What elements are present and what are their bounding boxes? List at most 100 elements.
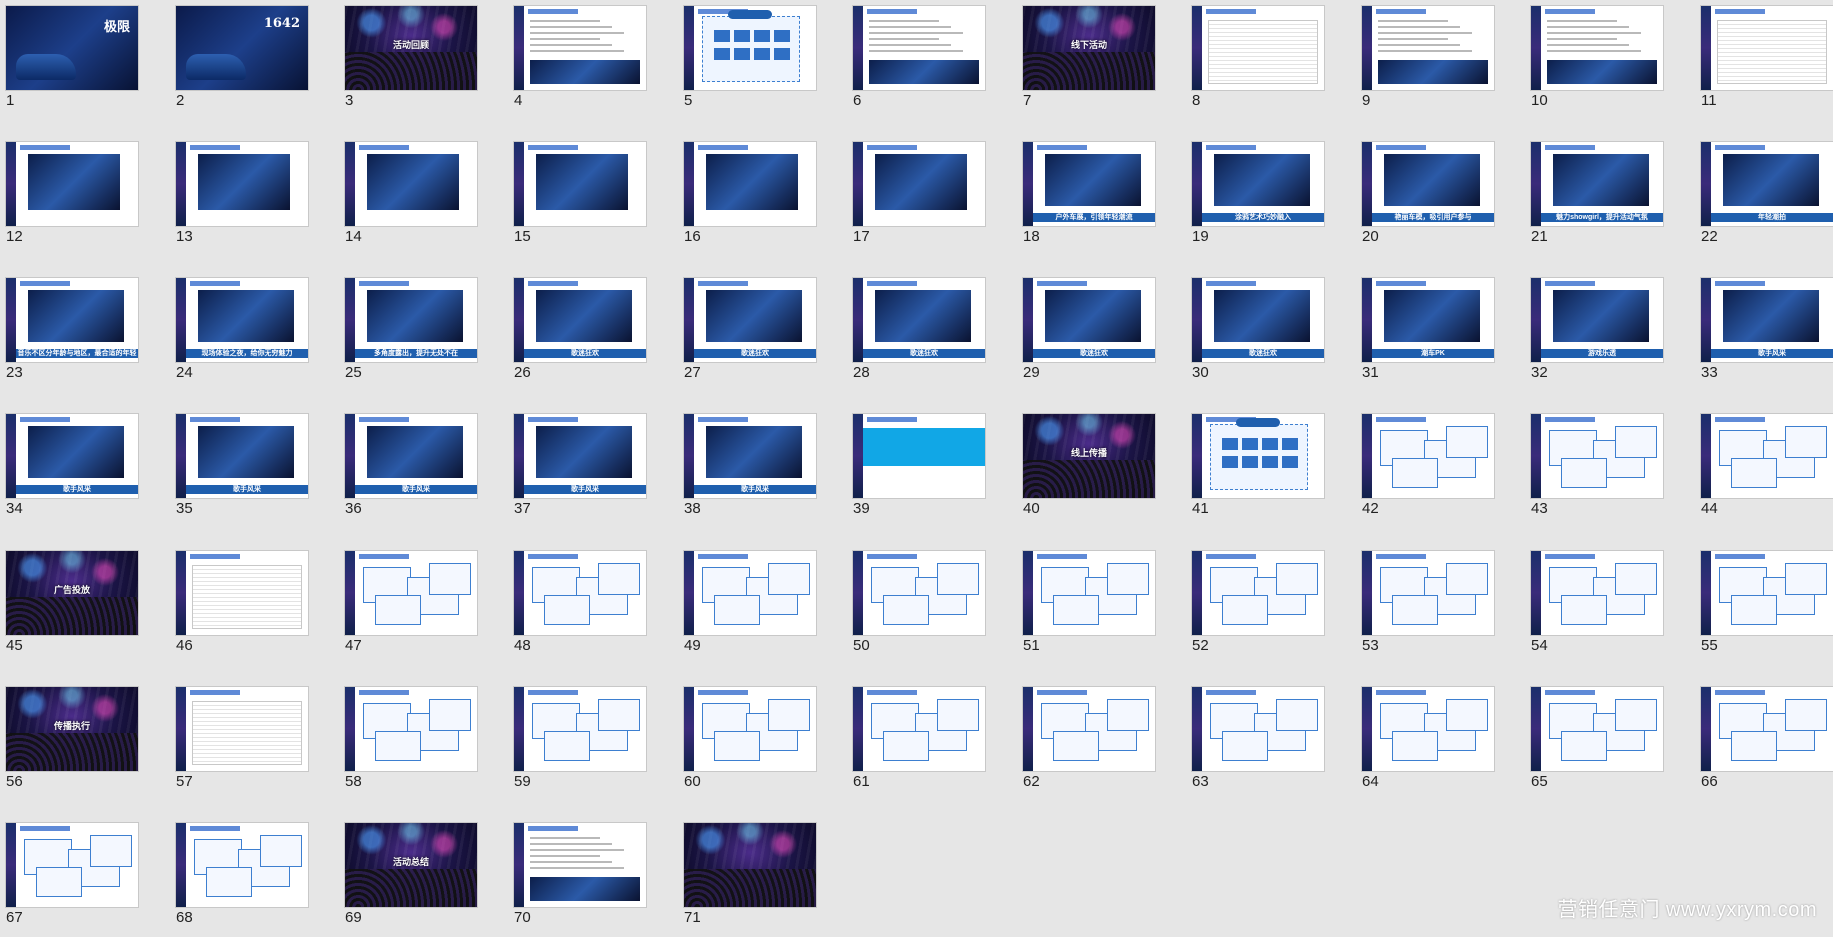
slide-preview[interactable]: 活动回顾	[345, 6, 477, 90]
slide-thumbnail[interactable]: 6	[847, 0, 985, 120]
slide-thumbnail[interactable]: 歌迷狂欢 27	[678, 272, 816, 392]
slide-preview[interactable]	[853, 687, 985, 771]
slide-thumbnail[interactable]: 17	[847, 136, 985, 256]
slide-preview[interactable]	[853, 414, 985, 498]
slide-preview[interactable]: 歌手风采	[684, 414, 816, 498]
slide-thumbnail[interactable]: 13	[170, 136, 308, 256]
slide-preview[interactable]	[1701, 6, 1833, 90]
slide-preview[interactable]	[1701, 414, 1833, 498]
slide-preview[interactable]	[345, 687, 477, 771]
slide-preview[interactable]	[1362, 414, 1494, 498]
slide-preview[interactable]	[853, 6, 985, 90]
slide-thumbnail[interactable]: 59	[508, 681, 646, 801]
slide-preview[interactable]	[176, 687, 308, 771]
slide-thumbnail[interactable]: 16	[678, 136, 816, 256]
slide-thumbnail[interactable]: 歌手风采 34	[0, 408, 138, 528]
slide-thumbnail[interactable]: 65	[1525, 681, 1663, 801]
slide-thumbnail[interactable]: 68	[170, 817, 308, 937]
slide-preview[interactable]	[684, 687, 816, 771]
slide-preview[interactable]: 潮车PK	[1362, 278, 1494, 362]
slide-preview[interactable]	[1023, 551, 1155, 635]
slide-thumbnail[interactable]: 12	[0, 136, 138, 256]
slide-thumbnail[interactable]: 62	[1017, 681, 1155, 801]
slide-preview[interactable]: 1642	[176, 6, 308, 90]
slide-preview[interactable]	[514, 687, 646, 771]
slide-preview[interactable]	[1192, 6, 1324, 90]
slide-thumbnail[interactable]: 64	[1356, 681, 1494, 801]
slide-thumbnail[interactable]: 歌迷狂欢 29	[1017, 272, 1155, 392]
slide-thumbnail[interactable]: 极限 1	[0, 0, 138, 120]
slide-preview[interactable]	[853, 142, 985, 226]
slide-thumbnail[interactable]: 现场体验之夜，给你无穷魅力 24	[170, 272, 308, 392]
slide-preview[interactable]	[514, 823, 646, 907]
slide-thumbnail[interactable]: 8	[1186, 0, 1324, 120]
slide-preview[interactable]: 歌手风采	[514, 414, 646, 498]
slide-preview[interactable]: 活动总结	[345, 823, 477, 907]
slide-preview[interactable]	[6, 823, 138, 907]
slide-thumbnail[interactable]: 年轻潮拍 22	[1695, 136, 1833, 256]
slide-preview[interactable]: 音乐不区分年龄与地区，最合适的年轻	[6, 278, 138, 362]
slide-thumbnail[interactable]: 48	[508, 545, 646, 665]
slide-preview[interactable]: 歌手风采	[345, 414, 477, 498]
slide-preview[interactable]: 歌手风采	[176, 414, 308, 498]
slide-thumbnail[interactable]: 70	[508, 817, 646, 937]
slide-thumbnail[interactable]: 49	[678, 545, 816, 665]
slide-preview[interactable]	[176, 142, 308, 226]
slide-preview[interactable]: 多角度露出，提升无处不在	[345, 278, 477, 362]
slide-preview[interactable]: 歌迷狂欢	[1023, 278, 1155, 362]
slide-thumbnail[interactable]: 歌迷狂欢 30	[1186, 272, 1324, 392]
slide-preview[interactable]	[1192, 687, 1324, 771]
slide-preview[interactable]	[1531, 6, 1663, 90]
slide-preview[interactable]: 歌迷狂欢	[514, 278, 646, 362]
slide-preview[interactable]	[514, 142, 646, 226]
slide-thumbnail[interactable]: 歌手风采 36	[339, 408, 477, 528]
slide-preview[interactable]: 歌手风采	[6, 414, 138, 498]
slide-thumbnail[interactable]: 游戏乐透 32	[1525, 272, 1663, 392]
slide-preview[interactable]: 歌迷狂欢	[853, 278, 985, 362]
slide-thumbnail[interactable]: 52	[1186, 545, 1324, 665]
slide-thumbnail[interactable]: 71	[678, 817, 816, 937]
slide-thumbnail[interactable]: 67	[0, 817, 138, 937]
slide-preview[interactable]	[1701, 551, 1833, 635]
slide-preview[interactable]	[176, 823, 308, 907]
slide-preview[interactable]	[1192, 551, 1324, 635]
slide-thumbnail[interactable]: 47	[339, 545, 477, 665]
slide-thumbnail[interactable]: 58	[339, 681, 477, 801]
slide-preview[interactable]	[1362, 687, 1494, 771]
slide-thumbnail[interactable]: 歌迷狂欢 28	[847, 272, 985, 392]
slide-preview[interactable]	[514, 551, 646, 635]
slide-preview[interactable]	[684, 823, 816, 907]
slide-thumbnail[interactable]: 60	[678, 681, 816, 801]
slide-thumbnail[interactable]: 艳丽车模，吸引用户参与 20	[1356, 136, 1494, 256]
slide-thumbnail[interactable]: 39	[847, 408, 985, 528]
slide-thumbnail[interactable]: 线上传播 40	[1017, 408, 1155, 528]
slide-thumbnail[interactable]: 户外车展，引领年轻潮流 18	[1017, 136, 1155, 256]
slide-preview[interactable]	[684, 551, 816, 635]
slide-preview[interactable]: 歌手风采	[1701, 278, 1833, 362]
slide-preview[interactable]: 魅力showgirl，提升活动气氛	[1531, 142, 1663, 226]
slide-thumbnail[interactable]: 9	[1356, 0, 1494, 120]
slide-thumbnail[interactable]: 多角度露出，提升无处不在 25	[339, 272, 477, 392]
slide-preview[interactable]: 歌迷狂欢	[684, 278, 816, 362]
slide-thumbnail[interactable]: 歌手风采 35	[170, 408, 308, 528]
slide-thumbnail[interactable]: 55	[1695, 545, 1833, 665]
slide-preview[interactable]	[1362, 6, 1494, 90]
slide-preview[interactable]: 线下活动	[1023, 6, 1155, 90]
slide-thumbnail[interactable]: 涂鸦艺术巧妙融入 19	[1186, 136, 1324, 256]
slide-thumbnail[interactable]: 46	[170, 545, 308, 665]
slide-preview[interactable]	[1701, 687, 1833, 771]
slide-preview[interactable]	[1531, 414, 1663, 498]
slide-thumbnail[interactable]: 11	[1695, 0, 1833, 120]
slide-thumbnail[interactable]: 传播执行 56	[0, 681, 138, 801]
slide-preview[interactable]	[1023, 687, 1155, 771]
slide-thumbnail[interactable]: 54	[1525, 545, 1663, 665]
slide-preview[interactable]: 极限	[6, 6, 138, 90]
slide-thumbnail[interactable]: 51	[1017, 545, 1155, 665]
slide-preview[interactable]	[1192, 414, 1324, 498]
slide-preview[interactable]	[176, 551, 308, 635]
slide-preview[interactable]: 广告投放	[6, 551, 138, 635]
slide-preview[interactable]: 艳丽车模，吸引用户参与	[1362, 142, 1494, 226]
slide-thumbnail[interactable]: 1642 2	[170, 0, 308, 120]
slide-preview[interactable]: 现场体验之夜，给你无穷魅力	[176, 278, 308, 362]
slide-thumbnail[interactable]: 14	[339, 136, 477, 256]
